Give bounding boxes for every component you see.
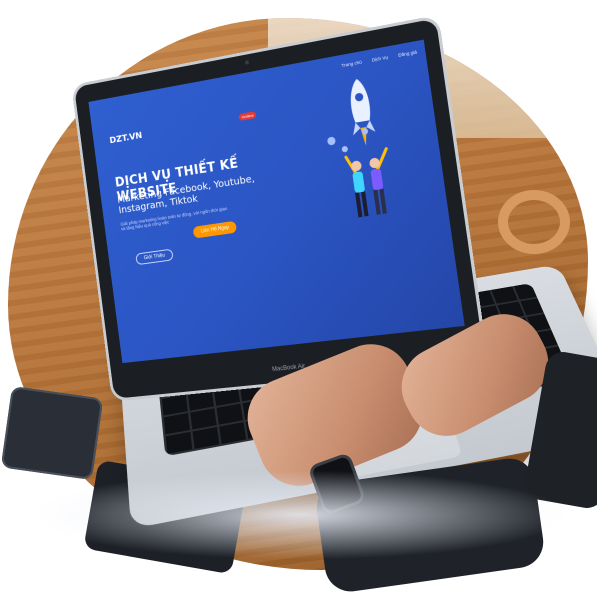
laptop-lid: Trang chủ Dịch Vụ Đăng giá DZT.VN Hotlin… [74,18,486,399]
hotline-badge: Hotline [238,111,257,121]
laptop-screen: Trang chủ Dịch Vụ Đăng giá DZT.VN Hotlin… [88,39,465,364]
nav-item: Dịch Vụ [371,54,389,63]
photo-scene: Trang chủ Dịch Vụ Đăng giá DZT.VN Hotlin… [0,0,597,595]
website-logo: DZT.VN [109,131,143,147]
intro-button: Giới Thiệu [135,248,174,266]
decorative-ring [498,190,570,254]
nav-item: Trang chủ [341,59,363,69]
smartphone [0,385,104,481]
nav-item: Đăng giá [397,49,418,58]
webcam-icon [244,60,250,65]
team-illustration-icon [326,127,429,218]
blob-shadow [30,470,570,560]
contact-button: Liên Hệ Ngay [192,220,238,239]
website-nav: Trang chủ Dịch Vụ Đăng giá [341,49,417,68]
